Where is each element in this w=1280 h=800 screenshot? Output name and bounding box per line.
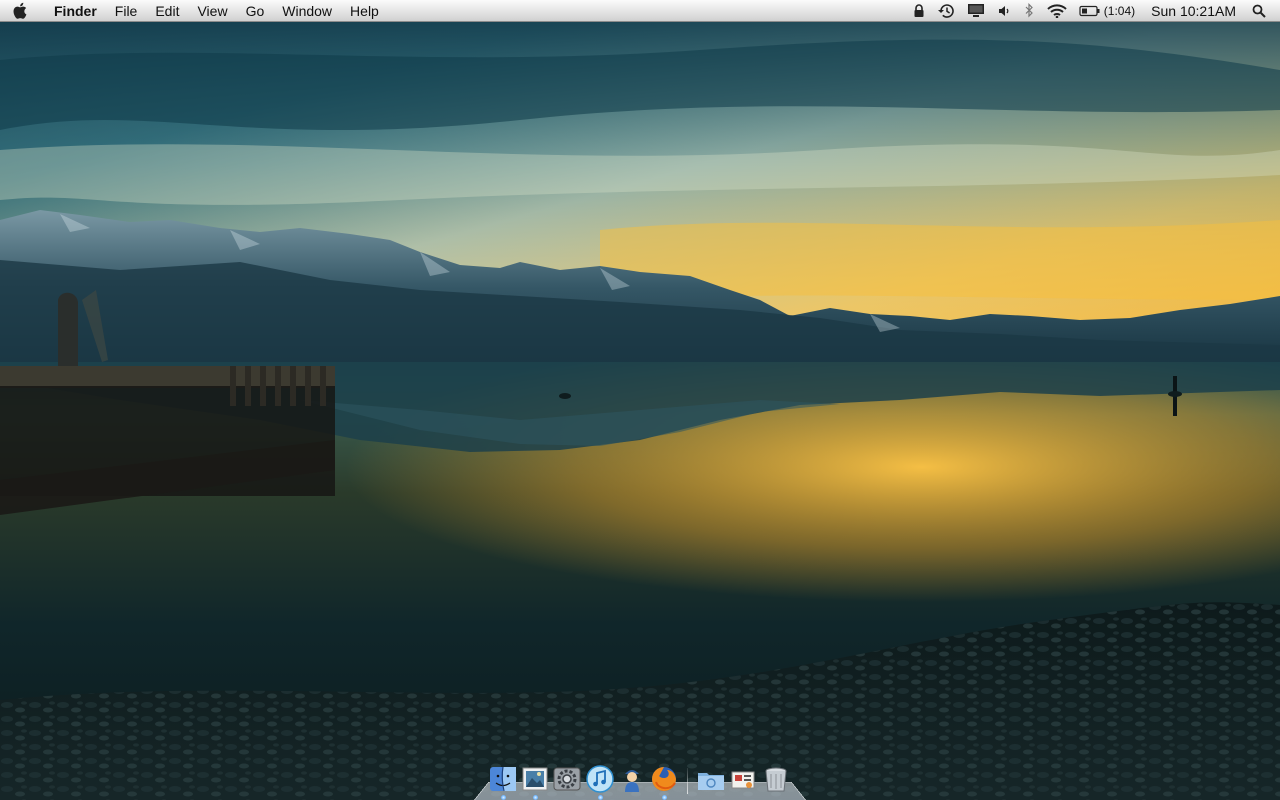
menu-window[interactable]: Window bbox=[273, 0, 341, 22]
wifi-icon bbox=[1047, 3, 1067, 18]
lock-icon bbox=[914, 3, 924, 17]
dock-app-preview[interactable] bbox=[520, 764, 550, 800]
system-preferences-icon bbox=[553, 767, 581, 791]
battery-icon bbox=[1079, 5, 1100, 16]
battery-status[interactable]: (1:04) bbox=[1073, 0, 1141, 22]
menu-file[interactable]: File bbox=[106, 0, 147, 22]
menu-help[interactable]: Help bbox=[341, 0, 388, 22]
apple-menu[interactable] bbox=[0, 0, 40, 22]
time-machine-status[interactable] bbox=[931, 0, 961, 22]
display-mirroring-icon bbox=[967, 4, 984, 17]
menu-view[interactable]: View bbox=[188, 0, 236, 22]
keychain-lock-status[interactable] bbox=[907, 0, 931, 22]
downloads-folder-icon bbox=[698, 773, 725, 790]
app-character-icon bbox=[624, 770, 639, 792]
running-indicator bbox=[661, 795, 667, 800]
menu-bar-left: Finder File Edit View Go Window Help bbox=[0, 0, 388, 22]
dock-app-firefox[interactable] bbox=[649, 764, 679, 800]
wallpaper-lake-sunset bbox=[0, 0, 1280, 800]
menu-bar: Finder File Edit View Go Window Help (1:… bbox=[0, 0, 1280, 22]
time-machine-icon bbox=[937, 3, 954, 18]
wifi-status[interactable] bbox=[1041, 0, 1073, 22]
bluetooth-icon bbox=[1025, 3, 1033, 18]
dock-separator bbox=[687, 768, 689, 794]
apple-logo-icon bbox=[13, 2, 27, 19]
menu-app-name[interactable]: Finder bbox=[40, 0, 106, 22]
spotlight-search-icon bbox=[1252, 4, 1266, 18]
running-indicator bbox=[501, 795, 506, 800]
menu-bar-status-area: (1:04) Sun 10:21AM bbox=[907, 0, 1280, 22]
documents-stack-icon bbox=[731, 771, 755, 789]
volume-status[interactable] bbox=[991, 0, 1017, 22]
dock-app-character[interactable] bbox=[617, 764, 647, 794]
trash-icon bbox=[765, 767, 786, 792]
dock-trash[interactable] bbox=[761, 764, 791, 794]
bluetooth-status[interactable] bbox=[1017, 0, 1041, 22]
dock-app-system-preferences[interactable] bbox=[552, 764, 582, 794]
display-mirroring-status[interactable] bbox=[961, 0, 991, 22]
dock bbox=[474, 760, 806, 800]
dock-icons bbox=[488, 760, 793, 800]
firefox-icon bbox=[651, 767, 676, 791]
dock-stack-documents[interactable] bbox=[728, 764, 758, 794]
itunes-icon bbox=[585, 765, 614, 793]
menu-clock[interactable]: Sun 10:21AM bbox=[1141, 3, 1246, 19]
dock-stack-downloads[interactable] bbox=[696, 764, 726, 794]
menu-edit[interactable]: Edit bbox=[146, 0, 188, 22]
preview-icon bbox=[522, 767, 548, 791]
dock-app-itunes[interactable] bbox=[585, 764, 615, 800]
spotlight-button[interactable] bbox=[1246, 0, 1272, 22]
battery-time-remaining: (1:04) bbox=[1103, 3, 1136, 18]
menu-go[interactable]: Go bbox=[237, 0, 274, 22]
desktop-wallpaper[interactable] bbox=[0, 0, 1280, 800]
running-indicator bbox=[597, 795, 603, 800]
finder-icon bbox=[490, 766, 516, 792]
volume-icon bbox=[998, 5, 1009, 16]
dock-app-finder[interactable] bbox=[488, 764, 518, 800]
